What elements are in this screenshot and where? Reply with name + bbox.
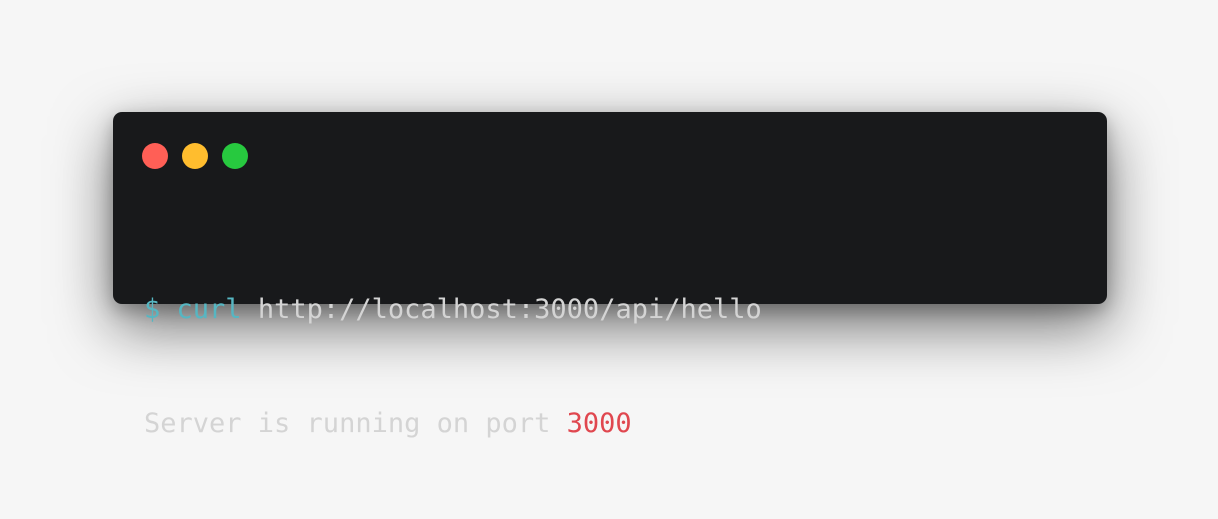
maximize-button[interactable]: [222, 143, 248, 169]
output-text: Server is running on port: [144, 408, 551, 439]
command-argument: http://localhost:3000/api/hello: [257, 294, 762, 325]
close-button[interactable]: [142, 143, 168, 169]
command-line: $ curl http://localhost:3000/api/hello: [144, 291, 762, 329]
minimize-button[interactable]: [182, 143, 208, 169]
command-name: curl: [176, 294, 242, 325]
terminal-output[interactable]: $ curl http://localhost:3000/api/hello S…: [144, 215, 762, 519]
prompt-symbol: $: [144, 294, 161, 325]
window-controls: [142, 143, 248, 169]
terminal-window: $ curl http://localhost:3000/api/hello S…: [113, 112, 1107, 439]
output-port: 3000: [566, 408, 632, 439]
output-line: Server is running on port 3000: [144, 405, 762, 443]
